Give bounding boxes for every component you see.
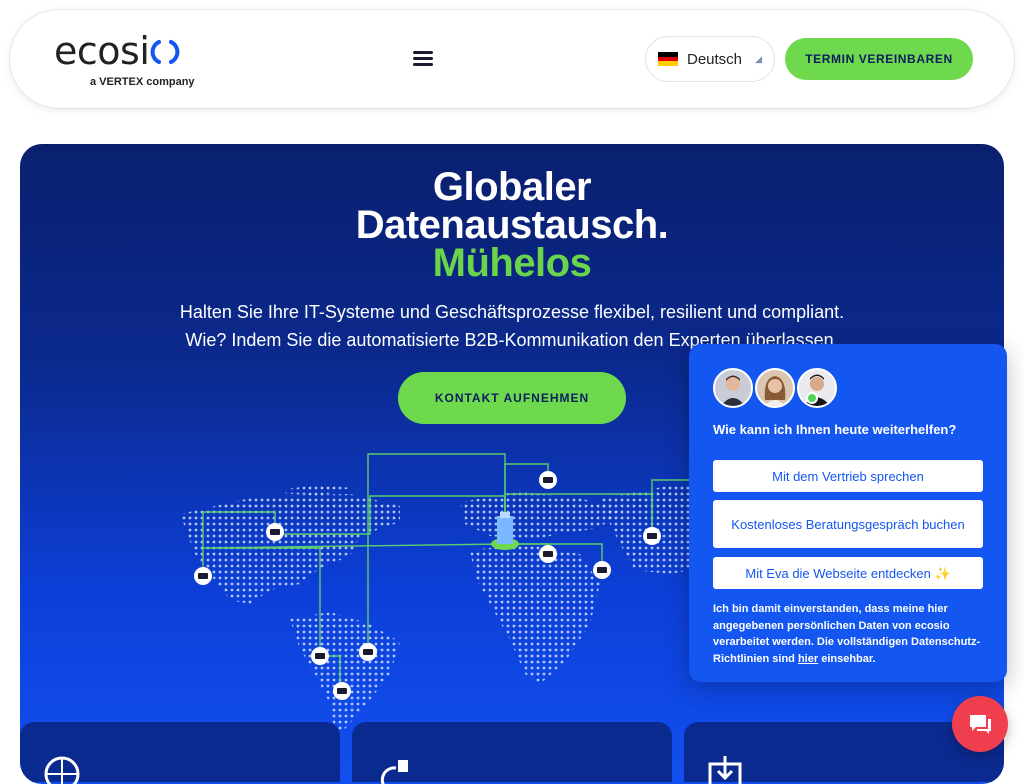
hero-title-line-3: Mühelos bbox=[432, 241, 592, 285]
chat-question: Wie kann ich Ihnen heute weiterhelfen? bbox=[713, 422, 957, 437]
logo-ring-icon bbox=[150, 35, 180, 64]
download-box-icon bbox=[708, 756, 742, 784]
explore-with-eva-button[interactable]: Mit Eva die Webseite entdecken ✨ bbox=[713, 557, 983, 589]
book-appointment-button[interactable]: TERMIN VEREINBAREN bbox=[785, 38, 973, 80]
menu-button[interactable] bbox=[410, 48, 436, 70]
chevron-down-icon: ◢ bbox=[755, 54, 762, 64]
book-consultation-button[interactable]: Kostenloses Beratungsgespräch buchen bbox=[713, 500, 983, 548]
language-label: Deutsch bbox=[687, 50, 743, 68]
language-selector[interactable]: Deutsch ◢ bbox=[645, 36, 775, 82]
feature-card-2[interactable] bbox=[352, 722, 672, 784]
privacy-policy-link[interactable]: hier bbox=[798, 653, 818, 665]
hamburger-icon bbox=[413, 51, 433, 54]
site-header: ecosio ecosi a VERTEX company Deutsch ◢ … bbox=[10, 10, 1014, 108]
ecosio-logo[interactable]: ecosio ecosi a VERTEX company bbox=[54, 32, 204, 88]
avatar bbox=[713, 368, 753, 408]
globe-icon bbox=[44, 756, 80, 784]
flag-germany-icon bbox=[658, 52, 678, 67]
agent-avatars bbox=[713, 368, 839, 408]
privacy-consent-text: Ich bin damit einverstanden, dass meine … bbox=[713, 603, 981, 665]
talk-to-sales-button[interactable]: Mit dem Vertrieb sprechen bbox=[713, 460, 983, 492]
logo-wordmark: ecosio ecosi bbox=[54, 32, 204, 70]
feature-card-1[interactable] bbox=[20, 722, 340, 784]
hero-subtitle-line-1: Halten Sie Ihre IT-Systeme und Geschäfts… bbox=[179, 302, 845, 322]
avatar bbox=[755, 368, 795, 408]
hero-title-line-2: Datenaustausch. bbox=[355, 203, 669, 247]
logo-tagline: a VERTEX company bbox=[90, 76, 195, 88]
hero-title-line-1: Globaler bbox=[432, 165, 592, 209]
chat-bubble-icon bbox=[970, 715, 991, 734]
chat-widget: Wie kann ich Ihnen heute weiterhelfen? M… bbox=[689, 344, 1007, 682]
chat-toggle-button[interactable] bbox=[952, 696, 1008, 752]
avatar bbox=[797, 368, 837, 408]
contact-button[interactable]: KONTAKT AUFNEHMEN bbox=[398, 372, 626, 424]
online-status-dot bbox=[806, 392, 818, 404]
refresh-document-icon bbox=[380, 760, 408, 784]
